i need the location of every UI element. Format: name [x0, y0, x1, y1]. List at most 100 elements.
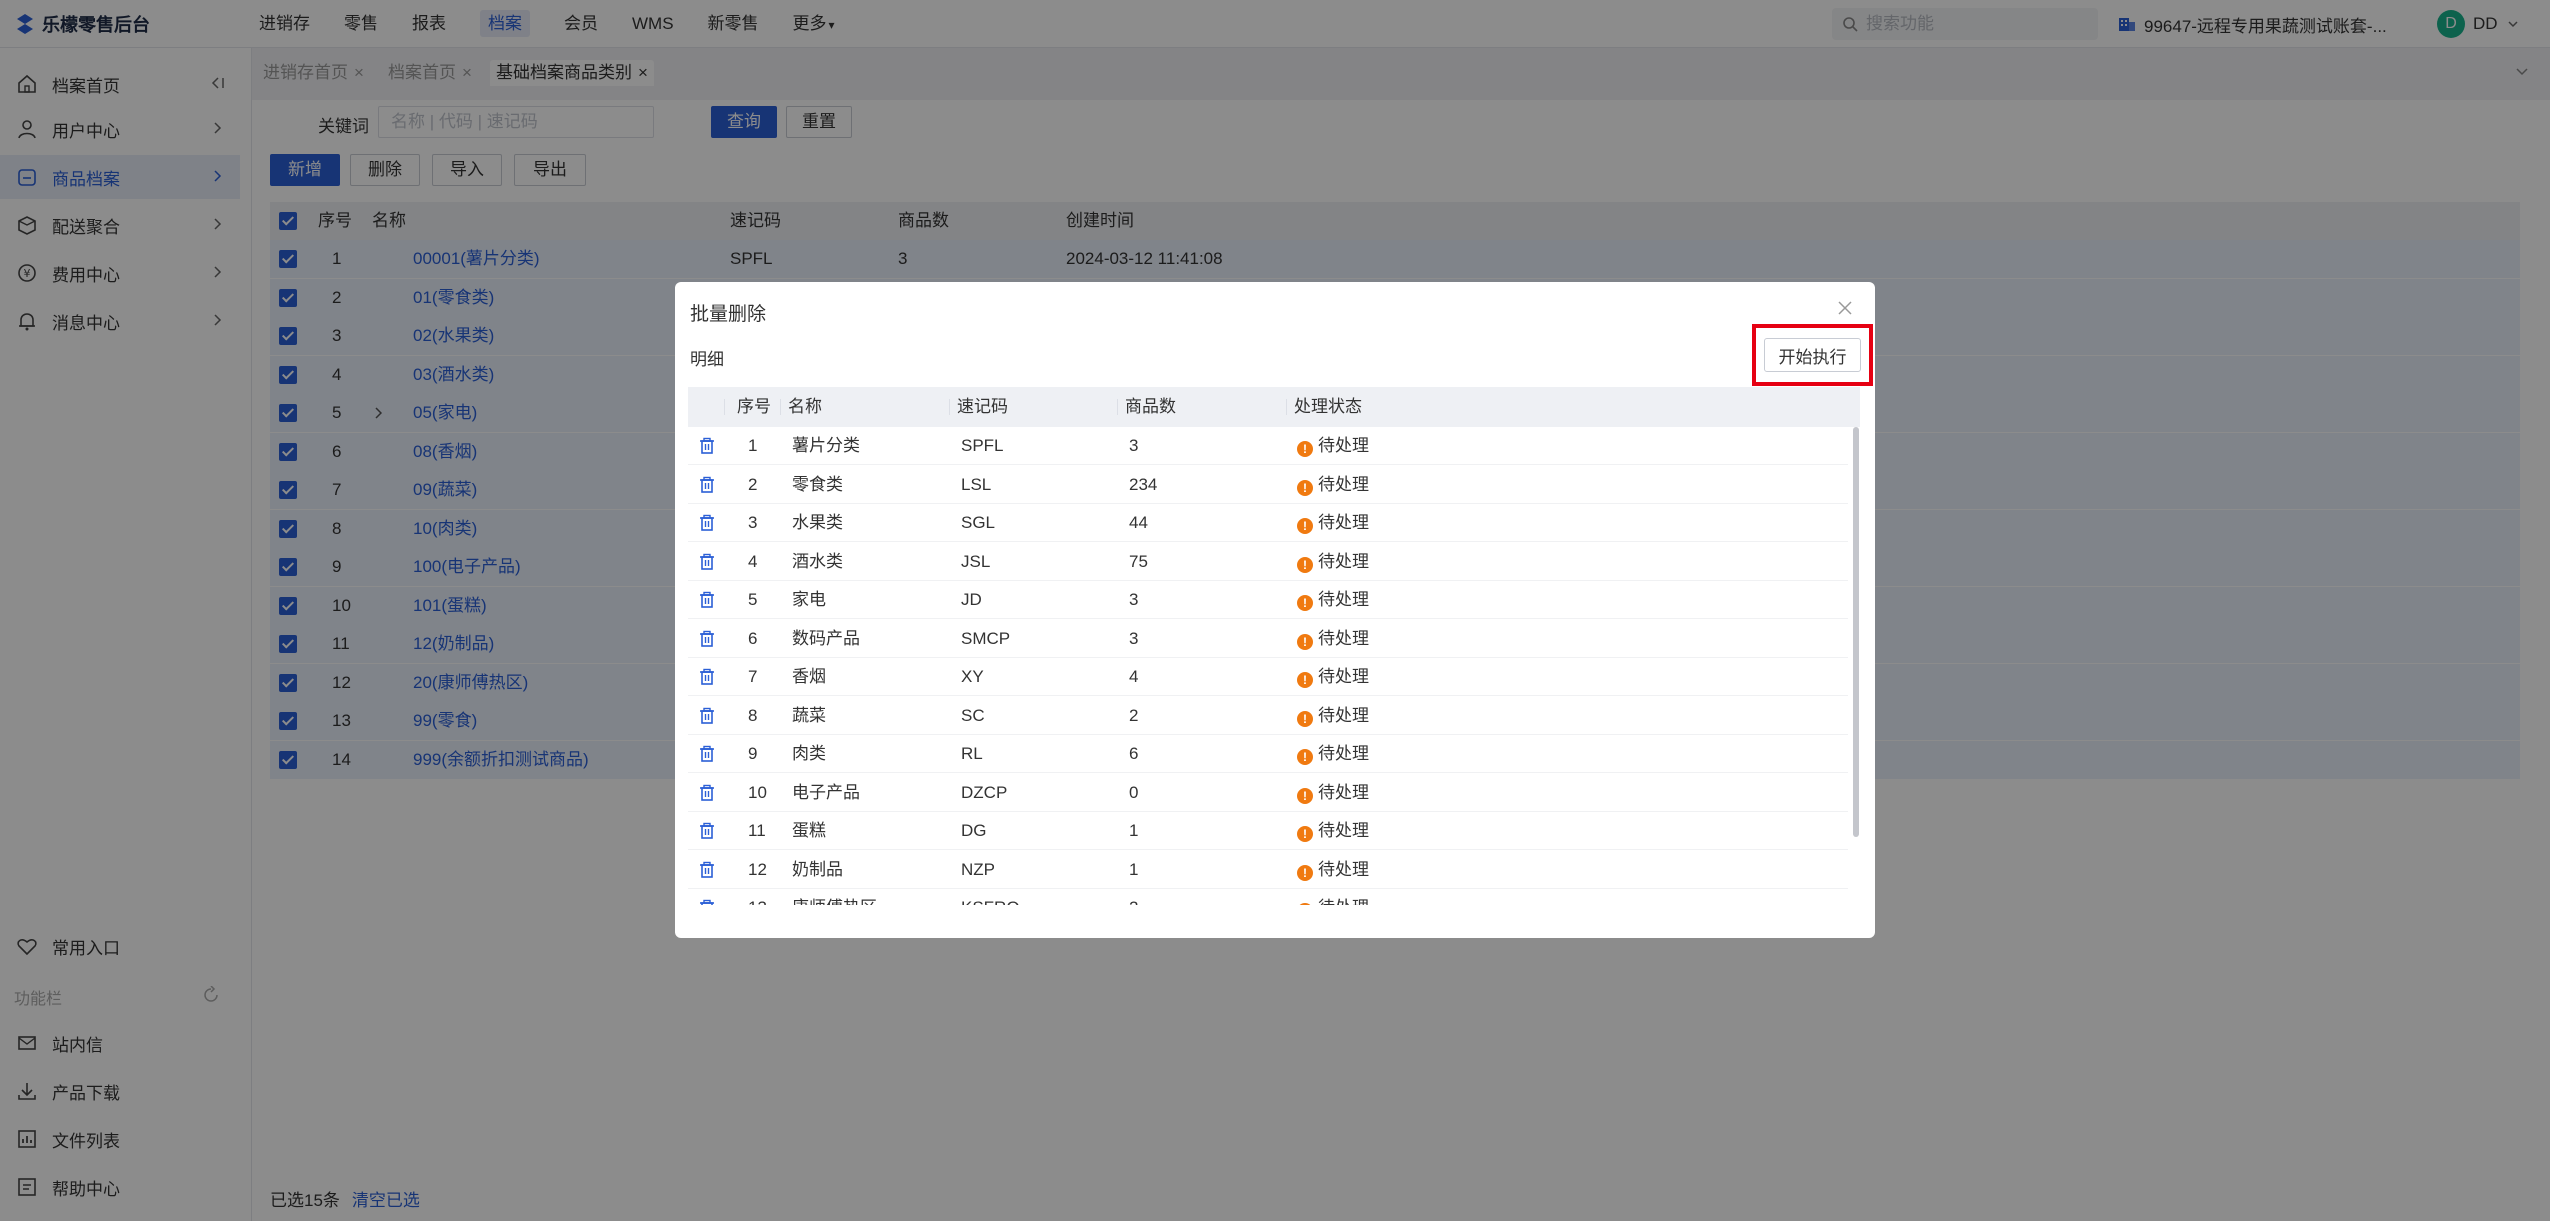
row-status: ! 待处理 [1297, 466, 1369, 504]
row-count: 44 [1129, 513, 1148, 532]
trash-icon[interactable] [698, 861, 716, 879]
table-row: 5 家电 JD 3! 待处理 [688, 581, 1848, 619]
table-row: 13 康师傅热区 KSFRQ 2! 待处理 [688, 889, 1848, 905]
row-count: 3 [1129, 590, 1139, 609]
header-count: 商品数 [1125, 397, 1176, 416]
column-divider [1117, 399, 1118, 415]
row-name: 水果类 [792, 513, 843, 532]
row-status: ! 待处理 [1297, 543, 1369, 581]
row-seq: 6 [748, 628, 758, 648]
table-row: 6 数码产品 SMCP 3 ! 待处理 [688, 620, 1848, 658]
trash-icon[interactable] [698, 553, 716, 571]
table-row: 4 酒水类 JSL 75! 待处理 [688, 543, 1848, 581]
row-status: ! 待处理 [1297, 774, 1369, 812]
row-code: KSFRQ [961, 889, 1020, 905]
row-name: 肉类 [792, 744, 826, 763]
detail-label: 明细 [690, 350, 724, 369]
row-name: 数码产品 [792, 628, 860, 648]
row-status: ! 待处理 [1297, 504, 1369, 542]
row-seq: 11 [748, 821, 766, 840]
row-status: ! 待处理 [1297, 658, 1369, 696]
row-seq: 7 [748, 667, 758, 686]
row-seq: 5 [748, 590, 758, 609]
row-seq: 2 [748, 474, 758, 494]
header-status: 处理状态 [1294, 397, 1362, 416]
table-row: 1 薯片分类 SPFL 3 ! 待处理 [688, 427, 1848, 465]
warning-icon: ! [1297, 864, 1313, 881]
row-code: LSL [961, 474, 992, 494]
header-name: 名称 [788, 397, 822, 416]
row-seq: 1 [748, 436, 758, 455]
start-execute-button[interactable]: 开始执行 [1764, 338, 1861, 372]
status-text: 待处理 [1318, 898, 1369, 905]
row-code: SMCP [961, 628, 1011, 648]
table-row: 9 肉类 RL 6! 待处理 [688, 735, 1848, 773]
row-count: 75 [1129, 551, 1148, 571]
status-text: 待处理 [1318, 513, 1369, 532]
detail-table-header: 序号 名称 速记码 商品数 处理状态 [688, 387, 1860, 427]
warning-icon: ! [1297, 556, 1313, 573]
row-status: ! 待处理 [1297, 427, 1369, 465]
row-code: DZCP [961, 782, 1008, 802]
row-count: 2 [1129, 705, 1139, 725]
status-text: 待处理 [1318, 628, 1369, 648]
column-divider [724, 399, 725, 415]
row-seq: 4 [748, 551, 758, 571]
row-count: 1 [1129, 859, 1139, 879]
warning-icon: ! [1297, 672, 1313, 688]
trash-icon[interactable] [698, 668, 716, 686]
table-row: 8 蔬菜 SC 2! 待处理 [688, 697, 1848, 735]
row-count: 0 [1129, 782, 1139, 802]
trash-icon[interactable] [698, 514, 716, 532]
row-name: 薯片分类 [792, 436, 860, 455]
trash-icon[interactable] [698, 784, 716, 802]
row-name: 家电 [792, 590, 826, 609]
warning-icon: ! [1297, 441, 1313, 457]
row-status: ! 待处理 [1297, 812, 1369, 850]
trash-icon[interactable] [698, 591, 716, 609]
row-code: SC [961, 705, 985, 725]
row-name: 蔬菜 [792, 705, 826, 725]
row-code: XY [961, 667, 984, 686]
row-seq: 3 [748, 513, 758, 532]
trash-icon[interactable] [698, 630, 716, 648]
scrollbar[interactable] [1853, 427, 1859, 837]
trash-icon[interactable] [698, 822, 716, 840]
trash-icon[interactable] [698, 437, 716, 455]
trash-icon[interactable] [698, 707, 716, 725]
row-status: ! 待处理 [1297, 851, 1369, 889]
row-seq: 8 [748, 705, 758, 725]
row-code: NZP [961, 859, 995, 879]
warning-icon: ! [1297, 710, 1313, 727]
row-seq: 12 [748, 859, 767, 879]
row-count: 1 [1129, 821, 1139, 840]
status-text: 待处理 [1318, 705, 1369, 725]
close-icon[interactable] [1835, 298, 1855, 318]
highlight-box: 开始执行 [1752, 324, 1873, 386]
table-row: 12 奶制品 NZP 1! 待处理 [688, 851, 1848, 889]
row-count: 3 [1129, 436, 1139, 455]
row-name: 奶制品 [792, 859, 843, 879]
row-name: 香烟 [792, 667, 826, 686]
table-row: 10 电子产品 DZCP 0! 待处理 [688, 774, 1848, 812]
table-row: 3 水果类 SGL 44! 待处理 [688, 504, 1848, 542]
warning-icon: ! [1297, 903, 1313, 905]
row-status: ! 待处理 [1297, 620, 1369, 658]
row-name: 酒水类 [792, 551, 843, 571]
status-text: 待处理 [1318, 667, 1369, 686]
trash-icon[interactable] [698, 745, 716, 763]
row-code: RL [961, 744, 983, 763]
row-count: 6 [1129, 744, 1139, 763]
detail-table: 序号 名称 速记码 商品数 处理状态 1 薯片分类 SPFL 3! 待处理 2 零食类 LSL… [688, 387, 1860, 905]
warning-icon: ! [1297, 479, 1313, 496]
row-count: 3 [1129, 628, 1139, 648]
status-text: 待处理 [1318, 859, 1369, 879]
trash-icon[interactable] [698, 476, 716, 494]
warning-icon: ! [1297, 826, 1313, 842]
status-text: 待处理 [1318, 551, 1369, 571]
row-count: 2 [1129, 889, 1138, 905]
column-divider [780, 399, 781, 415]
table-row: 11 蛋糕 DG 1! 待处理 [688, 812, 1848, 850]
row-code: SPFL [961, 436, 1004, 455]
trash-icon[interactable] [698, 899, 716, 905]
